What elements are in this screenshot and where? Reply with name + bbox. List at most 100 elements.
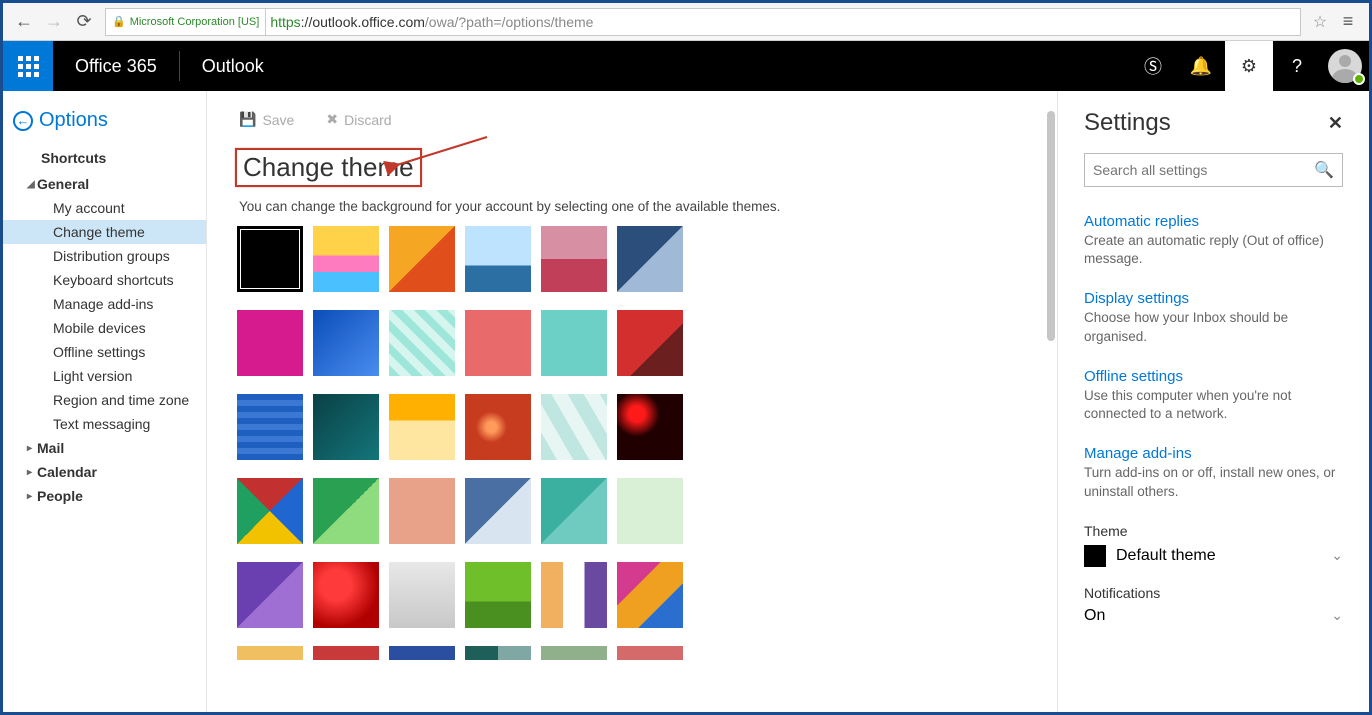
options-back-link[interactable]: ← Options: [3, 105, 206, 146]
theme-tile-blueprint[interactable]: [237, 394, 303, 460]
sidebar-item-region-and-time-zone[interactable]: Region and time zone: [3, 388, 206, 412]
save-button[interactable]: 💾Save: [239, 111, 294, 128]
theme-tile-peek4[interactable]: [465, 646, 531, 660]
search-icon[interactable]: 🔍: [1314, 160, 1334, 180]
theme-tile-balloons[interactable]: [313, 226, 379, 292]
page-title: Change theme: [237, 150, 420, 185]
close-settings-button[interactable]: ✕: [1328, 113, 1343, 134]
sidebar-item-text-messaging[interactable]: Text messaging: [3, 412, 206, 436]
help-icon[interactable]: ?: [1273, 41, 1321, 91]
theme-tile-stripes[interactable]: [541, 562, 607, 628]
theme-tile-salmon[interactable]: [389, 478, 455, 544]
waffle-icon: [18, 56, 39, 77]
back-button[interactable]: ←: [9, 8, 39, 36]
sidebar-section-mail[interactable]: ▸ Mail: [3, 436, 206, 460]
page-title-wrap: Change theme: [237, 150, 420, 185]
setting-link-display-settings[interactable]: Display settings: [1084, 290, 1343, 307]
sidebar-item-my-account[interactable]: My account: [3, 196, 206, 220]
theme-tile-green-field[interactable]: [465, 562, 531, 628]
scrollbar-track[interactable]: [1047, 111, 1055, 702]
sidebar-item-distribution-groups[interactable]: Distribution groups: [3, 244, 206, 268]
theme-tile-peek5[interactable]: [541, 646, 607, 660]
theme-tile-coral[interactable]: [465, 310, 531, 376]
theme-selector[interactable]: Default theme ⌄: [1084, 545, 1343, 567]
page-toolbar: 💾Save ✖Discard: [237, 111, 1037, 150]
theme-tile-peek6[interactable]: [617, 646, 683, 660]
theme-tile-snowflakes[interactable]: [389, 562, 455, 628]
theme-tile-paint-splash[interactable]: [617, 562, 683, 628]
sidebar-item-change-theme[interactable]: Change theme: [3, 220, 206, 244]
theme-tile-chevron[interactable]: [389, 310, 455, 376]
back-arrow-icon: ←: [13, 111, 33, 131]
theme-tile-mint[interactable]: [617, 478, 683, 544]
sidebar-item-manage-add-ins[interactable]: Manage add-ins: [3, 292, 206, 316]
theme-tile-poly-teal[interactable]: [541, 478, 607, 544]
theme-tile-bokeh[interactable]: [465, 394, 531, 460]
theme-tile-lego[interactable]: [389, 226, 455, 292]
theme-tile-default-black[interactable]: [237, 226, 303, 292]
theme-tile-fabric[interactable]: [465, 478, 531, 544]
theme-tile-palm-sunset[interactable]: [541, 226, 607, 292]
sidebar-shortcuts-heading: Shortcuts: [3, 146, 206, 172]
lock-icon: 🔒 Microsoft Corporation [US]: [106, 9, 266, 35]
theme-tile-peek3[interactable]: [389, 646, 455, 660]
theme-value: Default theme: [1116, 547, 1216, 565]
sidebar-item-keyboard-shortcuts[interactable]: Keyboard shortcuts: [3, 268, 206, 292]
sidebar-section-people[interactable]: ▸ People: [3, 484, 206, 508]
notifications-icon[interactable]: 🔔: [1177, 41, 1225, 91]
theme-tile-blue-crystal[interactable]: [313, 310, 379, 376]
settings-search-input[interactable]: [1093, 162, 1314, 178]
skype-icon[interactable]: Ⓢ: [1129, 41, 1177, 91]
theme-tile-triangles[interactable]: [237, 478, 303, 544]
theme-tile-circuit[interactable]: [313, 394, 379, 460]
settings-gear-icon[interactable]: ⚙: [1225, 41, 1273, 91]
settings-search[interactable]: 🔍: [1084, 153, 1343, 187]
options-sidebar: ← Options Shortcuts ◢ General My account…: [3, 91, 207, 712]
address-bar[interactable]: 🔒 Microsoft Corporation [US] https://out…: [105, 8, 1301, 36]
theme-tile-strawberry[interactable]: [313, 562, 379, 628]
bookmark-star-icon[interactable]: ☆: [1307, 12, 1333, 32]
theme-tile-abstract-green[interactable]: [313, 478, 379, 544]
suite-header: Office 365 Outlook Ⓢ 🔔 ⚙ ?: [3, 41, 1369, 91]
sidebar-section-calendar[interactable]: ▸ Calendar: [3, 460, 206, 484]
theme-tile-hex-teal[interactable]: [541, 394, 607, 460]
discard-button[interactable]: ✖Discard: [326, 111, 391, 128]
browser-toolbar: ← → ⟳ 🔒 Microsoft Corporation [US] https…: [3, 3, 1369, 41]
theme-swatch-icon: [1084, 545, 1106, 567]
setting-link-manage-add-ins[interactable]: Manage add-ins: [1084, 445, 1343, 462]
page-description: You can change the background for your a…: [237, 185, 1037, 226]
sidebar-section-general[interactable]: ◢ General: [3, 172, 206, 196]
theme-section-label: Theme: [1084, 523, 1343, 539]
theme-tile-wave[interactable]: [617, 226, 683, 292]
suite-brand[interactable]: Office 365: [53, 56, 179, 77]
theme-tile-crayons[interactable]: [389, 394, 455, 460]
scrollbar-thumb[interactable]: [1047, 111, 1055, 341]
theme-tile-dots-red[interactable]: [617, 394, 683, 460]
theme-tile-peek1[interactable]: [237, 646, 303, 660]
sidebar-item-mobile-devices[interactable]: Mobile devices: [3, 316, 206, 340]
setting-desc: Create an automatic reply (Out of office…: [1084, 232, 1343, 268]
chevron-down-icon: ⌄: [1331, 607, 1343, 624]
setting-link-offline-settings[interactable]: Offline settings: [1084, 368, 1343, 385]
theme-tile-peek2[interactable]: [313, 646, 379, 660]
chevron-down-icon: ⌄: [1331, 547, 1343, 564]
settings-panel: Settings ✕ 🔍 Automatic replies Create an …: [1057, 91, 1369, 712]
notifications-label: Notifications: [1084, 585, 1343, 601]
browser-menu-icon[interactable]: ≡: [1333, 11, 1363, 32]
sidebar-item-light-version[interactable]: Light version: [3, 364, 206, 388]
main-content: 💾Save ✖Discard Change theme You can chan…: [207, 91, 1057, 712]
sidebar-item-offline-settings[interactable]: Offline settings: [3, 340, 206, 364]
setting-link-automatic-replies[interactable]: Automatic replies: [1084, 213, 1343, 230]
app-launcher-button[interactable]: [3, 41, 53, 91]
notifications-selector[interactable]: On ⌄: [1084, 607, 1343, 625]
theme-tile-magenta[interactable]: [237, 310, 303, 376]
forward-button[interactable]: →: [39, 8, 69, 36]
theme-tile-sailboat[interactable]: [465, 226, 531, 292]
app-name[interactable]: Outlook: [180, 56, 286, 77]
theme-tile-robot[interactable]: [541, 310, 607, 376]
reload-button[interactable]: ⟳: [69, 8, 99, 36]
settings-title: Settings: [1084, 109, 1171, 137]
theme-tile-red-fold[interactable]: [617, 310, 683, 376]
profile-avatar[interactable]: [1321, 41, 1369, 91]
theme-tile-purple-fold[interactable]: [237, 562, 303, 628]
